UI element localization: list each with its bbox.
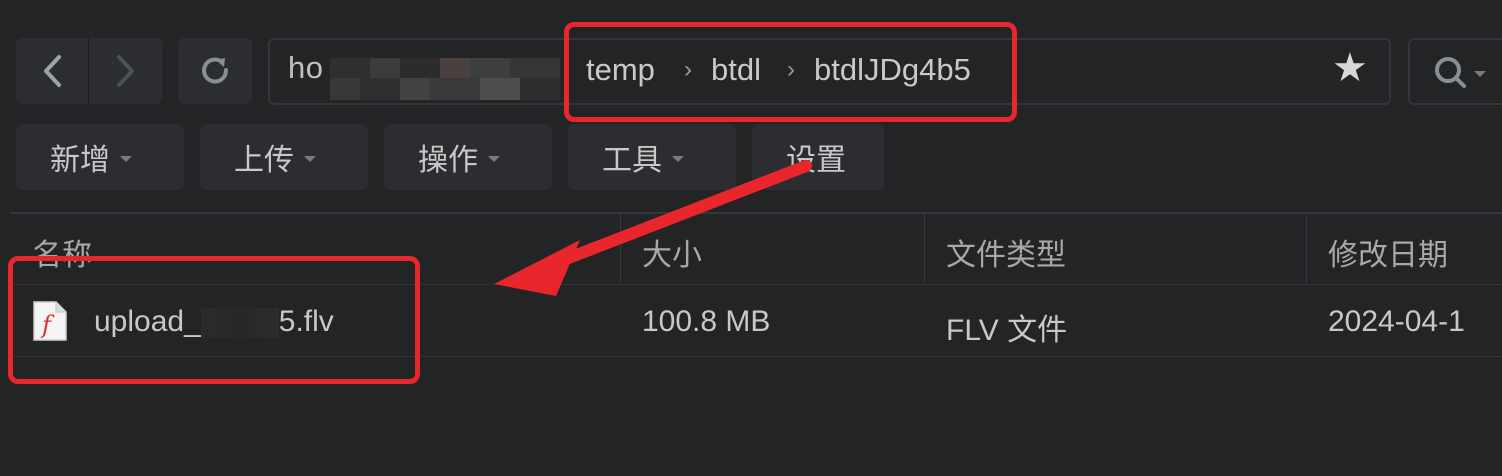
annotation-arrow [494,160,812,296]
